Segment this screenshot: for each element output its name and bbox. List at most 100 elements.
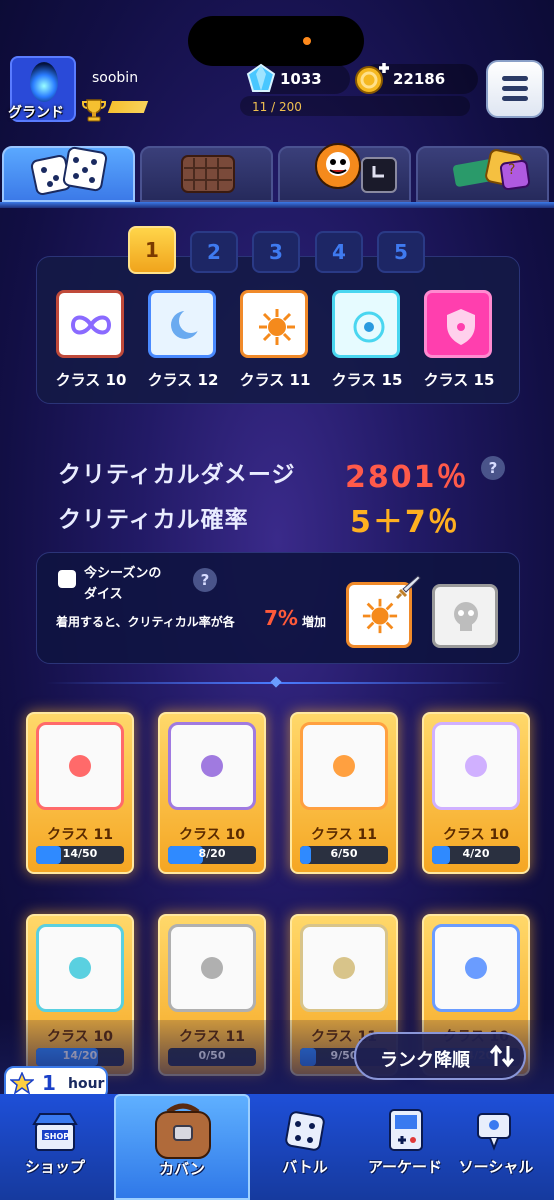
dice-card-class: クラス 10 [442,827,510,843]
dice-pip-icon [333,755,355,777]
deck-die-1-class: クラス 10 [55,371,127,389]
nav-bag[interactable]: カバン [114,1094,250,1200]
camera-notch [188,16,364,66]
deck-die-4-class: クラス 15 [331,371,403,389]
dice-card[interactable]: クラス 10 4/20 [422,712,530,874]
nav-arcade[interactable]: アーケード [350,1094,460,1200]
tabs-underline [0,202,554,208]
dice-card-art [36,924,124,1012]
dice-card-progress-bar: 6/50 [300,846,388,864]
bag-icon [155,1103,211,1159]
nav-arcade-label: アーケード [367,1158,443,1176]
nav-social[interactable]: ソーシャル [446,1094,546,1200]
deck-die-3-class: クラス 11 [239,371,311,389]
season-help-icon[interactable]: ? [193,568,217,592]
star-icon [10,1072,34,1094]
deck-die-5[interactable] [424,290,492,358]
timer-value: 1 [42,1071,56,1095]
battle-dice-icon [285,1111,325,1151]
character-icon [315,143,397,193]
dice-pip-icon [201,957,223,979]
sort-arrows-icon [489,1044,515,1068]
nav-battle[interactable]: バトル [250,1094,360,1200]
season-description-suffix: 増加 [302,615,327,629]
dice-card-progress-bar: 4/20 [432,846,520,864]
dice-pip-icon [69,755,91,777]
divider-ornament [270,676,282,688]
menu-icon [502,76,528,81]
dice-card[interactable]: クラス 11 14/50 [26,712,134,874]
tab-dice[interactable] [2,146,135,202]
crit-rate-value: 5＋7％ [350,505,460,540]
trophy-icon [82,99,106,122]
dice-card-art [300,924,388,1012]
dice-card-progress-text: 6/50 [330,847,358,860]
board-icon [181,155,235,193]
camera-indicator [303,37,311,45]
dice-card[interactable]: クラス 11 6/50 [290,712,398,874]
crit-damage-value: 2801％ [345,460,469,495]
deck-slot-1[interactable]: 1 [128,226,176,274]
dice-card-progress-text: 4/20 [462,847,490,860]
dice-pip-icon [465,957,487,979]
svg-text:?: ? [508,162,515,178]
deck-die-2-class: クラス 12 [147,371,219,389]
avatar-portal-icon [30,62,58,102]
dice-pip-icon [465,755,487,777]
dice-card-progress-bar: 14/50 [36,846,124,864]
deck-die-1[interactable] [56,290,124,358]
dice-card-art [300,722,388,810]
deck-slot-3[interactable]: 3 [252,231,300,273]
deck-die-2[interactable] [148,290,216,358]
skull-die-icon [454,602,478,631]
tab-items[interactable]: ? [416,146,549,202]
deck-slot-4[interactable]: 4 [315,231,363,273]
dice-card-class: クラス 11 [310,827,378,843]
nav-social-label: ソーシャル [458,1158,534,1176]
shield-die-icon [447,309,475,345]
dice-card-art [168,722,256,810]
tab-board[interactable] [140,146,273,202]
dice-card[interactable]: クラス 10 8/20 [158,712,266,874]
nav-shop[interactable]: SHOP ショップ [0,1094,110,1200]
timer-unit: hour [68,1076,105,1092]
sort-label: ランク降順 [380,1050,470,1071]
deck-slot-5[interactable]: 5 [377,231,425,273]
dice-pip-icon [69,957,91,979]
emote-dice-icon: ? [453,149,531,191]
gem-icon [246,63,276,92]
dice-card-class: クラス 11 [46,827,114,843]
moon-die-icon [171,309,203,339]
dice-card-progress-text: 14/50 [62,847,98,860]
orbit-die-icon [353,311,385,343]
deck-slot-2[interactable]: 2 [190,231,238,273]
coins-value: 22186 [393,70,446,88]
dice-pip-icon [333,957,355,979]
sun-die-icon [259,309,295,345]
svg-text:SHOP: SHOP [44,1132,69,1141]
sort-button[interactable]: ランク降順 [354,1032,526,1080]
season-die-2[interactable] [432,584,498,648]
dice-card-art [36,722,124,810]
nav-battle-label: バトル [282,1158,328,1176]
menu-button[interactable] [486,60,544,118]
rank-label: グランド [8,105,64,121]
dice-card-progress-bar: 8/20 [168,846,256,864]
dice-card-art [168,924,256,1012]
die-icon [58,570,76,588]
deck-die-3[interactable] [240,290,308,358]
arcade-icon [389,1109,423,1151]
energy-value: 11 / 200 [252,100,302,114]
dice-icon [30,146,108,196]
dice-card-progress-text: 8/20 [198,847,226,860]
crit-help-icon[interactable]: ? [481,456,505,480]
username: soobin [92,70,139,86]
deck-die-4[interactable] [332,290,400,358]
social-icon [477,1113,511,1151]
tab-character[interactable] [278,143,411,202]
crit-damage-label: クリティカルダメージ [58,462,296,488]
menu-icon-line [502,86,528,91]
gems-value: 1033 [280,70,322,88]
season-bonus-pct: 7% [264,606,298,630]
nav-bag-label: カバン [159,1160,205,1178]
